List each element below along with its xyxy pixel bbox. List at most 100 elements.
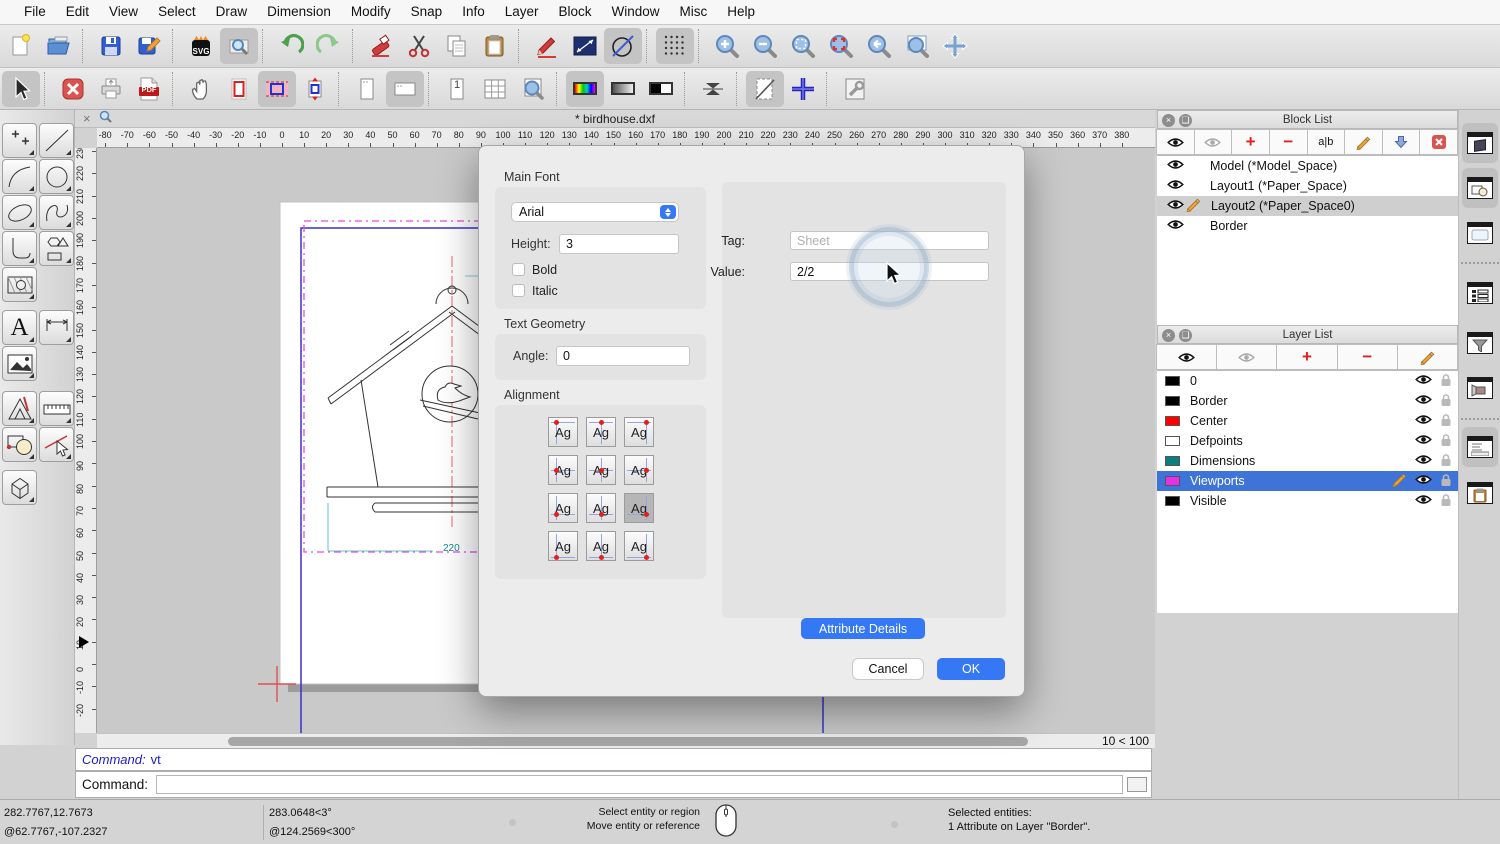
edit-block-button[interactable] <box>1344 129 1383 155</box>
open-file-icon[interactable] <box>40 28 78 64</box>
edit-attributes-icon[interactable] <box>528 28 566 64</box>
save-as-icon[interactable] <box>130 28 168 64</box>
dock-pen-toolbar-button[interactable] <box>1462 368 1498 408</box>
polyline-tool[interactable] <box>2 231 37 266</box>
alignment-cell-mr[interactable]: Ag <box>624 455 654 485</box>
alignment-cell-bc[interactable]: Ag <box>586 493 616 523</box>
draft-mode-icon[interactable] <box>746 70 784 107</box>
alignment-cell-bbr[interactable]: Ag <box>624 531 654 561</box>
viewport-select-icon[interactable] <box>258 70 296 107</box>
redo-icon[interactable] <box>310 28 348 64</box>
lock-icon[interactable] <box>1440 473 1452 490</box>
visibility-eye-icon[interactable] <box>1167 159 1184 173</box>
layer-row[interactable]: Border <box>1157 391 1458 411</box>
show-all-layers-button[interactable] <box>1156 344 1218 370</box>
select-arrow-icon[interactable] <box>2 70 40 107</box>
alignment-cell-tc[interactable]: Ag <box>586 417 616 447</box>
menu-edit[interactable]: Edit <box>56 0 99 24</box>
lock-icon[interactable] <box>1440 453 1452 470</box>
zoom-in-icon[interactable] <box>708 28 746 64</box>
block-row[interactable]: Layout2 (*Paper_Space0) <box>1157 196 1458 216</box>
visibility-eye-icon[interactable] <box>1167 219 1184 233</box>
block-list-detach-icon[interactable]: ❑ <box>1179 114 1192 127</box>
visibility-eye-icon[interactable] <box>1415 394 1432 408</box>
undo-icon[interactable] <box>272 28 310 64</box>
menu-file[interactable]: File <box>14 0 56 24</box>
spline-tool[interactable] <box>39 195 74 230</box>
menu-draw[interactable]: Draw <box>206 0 258 24</box>
box3d-tool[interactable] <box>2 470 37 505</box>
block-list-close-icon[interactable]: × <box>1162 114 1175 127</box>
print-preview-icon[interactable] <box>220 28 258 64</box>
dimension-style-icon[interactable] <box>566 28 604 64</box>
visibility-eye-icon[interactable] <box>1415 454 1432 468</box>
cancel-button[interactable]: Cancel <box>852 658 924 680</box>
measure-tool[interactable] <box>39 391 74 426</box>
command-input[interactable] <box>156 775 1123 794</box>
layer-row[interactable]: Dimensions <box>1157 451 1458 471</box>
block-row[interactable]: Layout1 (*Paper_Space) <box>1157 176 1458 196</box>
delete-icon[interactable] <box>362 28 400 64</box>
gray-bar-icon[interactable] <box>604 71 642 107</box>
menu-info[interactable]: Info <box>452 0 495 24</box>
attribute-details-button[interactable]: Attribute Details <box>801 618 925 639</box>
menu-help[interactable]: Help <box>717 0 765 24</box>
command-expand-button[interactable] <box>1127 777 1147 792</box>
lineweight-icon[interactable] <box>694 71 732 107</box>
draw-frame-icon[interactable] <box>220 71 258 107</box>
dimension-tool[interactable] <box>39 310 74 345</box>
preferences-icon[interactable] <box>836 71 874 107</box>
lock-icon[interactable] <box>1440 493 1452 510</box>
height-field[interactable] <box>559 234 679 254</box>
page-current-icon[interactable]: 1 <box>438 71 476 107</box>
italic-checkbox[interactable] <box>512 284 525 297</box>
grid-dots-icon[interactable] <box>656 28 694 64</box>
menu-select[interactable]: Select <box>148 0 206 24</box>
menu-layer[interactable]: Layer <box>495 0 549 24</box>
alignment-cell-tr[interactable]: Ag <box>624 417 654 447</box>
dock-filter-button[interactable] <box>1462 323 1498 363</box>
block-row[interactable]: Model (*Model_Space) <box>1157 156 1458 176</box>
layer-list-detach-icon[interactable]: ❑ <box>1179 329 1192 342</box>
shapes-tool[interactable] <box>39 231 74 266</box>
dock-list-button[interactable] <box>1462 273 1498 313</box>
layer-row[interactable]: Visible <box>1157 491 1458 511</box>
dock-clipboard-button[interactable] <box>1462 473 1498 513</box>
dock-block-edit-button[interactable] <box>1462 123 1498 163</box>
close-drawing-icon[interactable] <box>54 71 92 107</box>
lock-icon[interactable] <box>1440 393 1452 410</box>
colors-bar-icon[interactable] <box>566 70 604 107</box>
points-tool[interactable] <box>2 123 37 158</box>
modify-tool[interactable] <box>2 427 37 462</box>
menu-snap[interactable]: Snap <box>401 0 453 24</box>
dock-command-line-button[interactable] <box>1462 427 1498 467</box>
alignment-cell-mc[interactable]: Ag <box>586 455 616 485</box>
zoom-pan-icon[interactable] <box>936 28 974 64</box>
alignment-cell-br[interactable]: Ag <box>624 493 654 523</box>
dock-viewport-button[interactable] <box>1462 213 1498 253</box>
entity-attributes-icon[interactable] <box>604 28 642 64</box>
remove-block-button[interactable]: − <box>1268 129 1308 155</box>
show-all-blocks-button[interactable] <box>1156 129 1195 155</box>
layer-row[interactable]: Viewports <box>1157 471 1458 491</box>
menu-block[interactable]: Block <box>549 0 602 24</box>
layer-row[interactable]: Defpoints <box>1157 431 1458 451</box>
visibility-eye-icon[interactable] <box>1415 494 1432 508</box>
selectline-tool[interactable] <box>39 427 74 462</box>
paste-icon[interactable] <box>476 28 514 64</box>
hide-all-blocks-button[interactable] <box>1193 129 1233 155</box>
visibility-eye-icon[interactable] <box>1167 199 1184 213</box>
arc-tool[interactable] <box>2 159 37 194</box>
add-layer-button[interactable]: + <box>1276 344 1338 370</box>
font-select[interactable]: Arial <box>511 202 679 222</box>
alignment-cell-bbl[interactable]: Ag <box>548 531 578 561</box>
layer-list-close-icon[interactable]: × <box>1162 329 1175 342</box>
line-tool[interactable] <box>39 123 74 158</box>
alignment-cell-bl[interactable]: Ag <box>548 493 578 523</box>
page-landscape-icon[interactable] <box>386 70 424 107</box>
visibility-eye-icon[interactable] <box>1415 374 1432 388</box>
drafting-tool[interactable] <box>2 391 37 426</box>
add-block-button[interactable]: + <box>1231 129 1270 155</box>
bw-bar-icon[interactable] <box>642 71 680 107</box>
zoom-previous-icon[interactable] <box>860 28 898 64</box>
